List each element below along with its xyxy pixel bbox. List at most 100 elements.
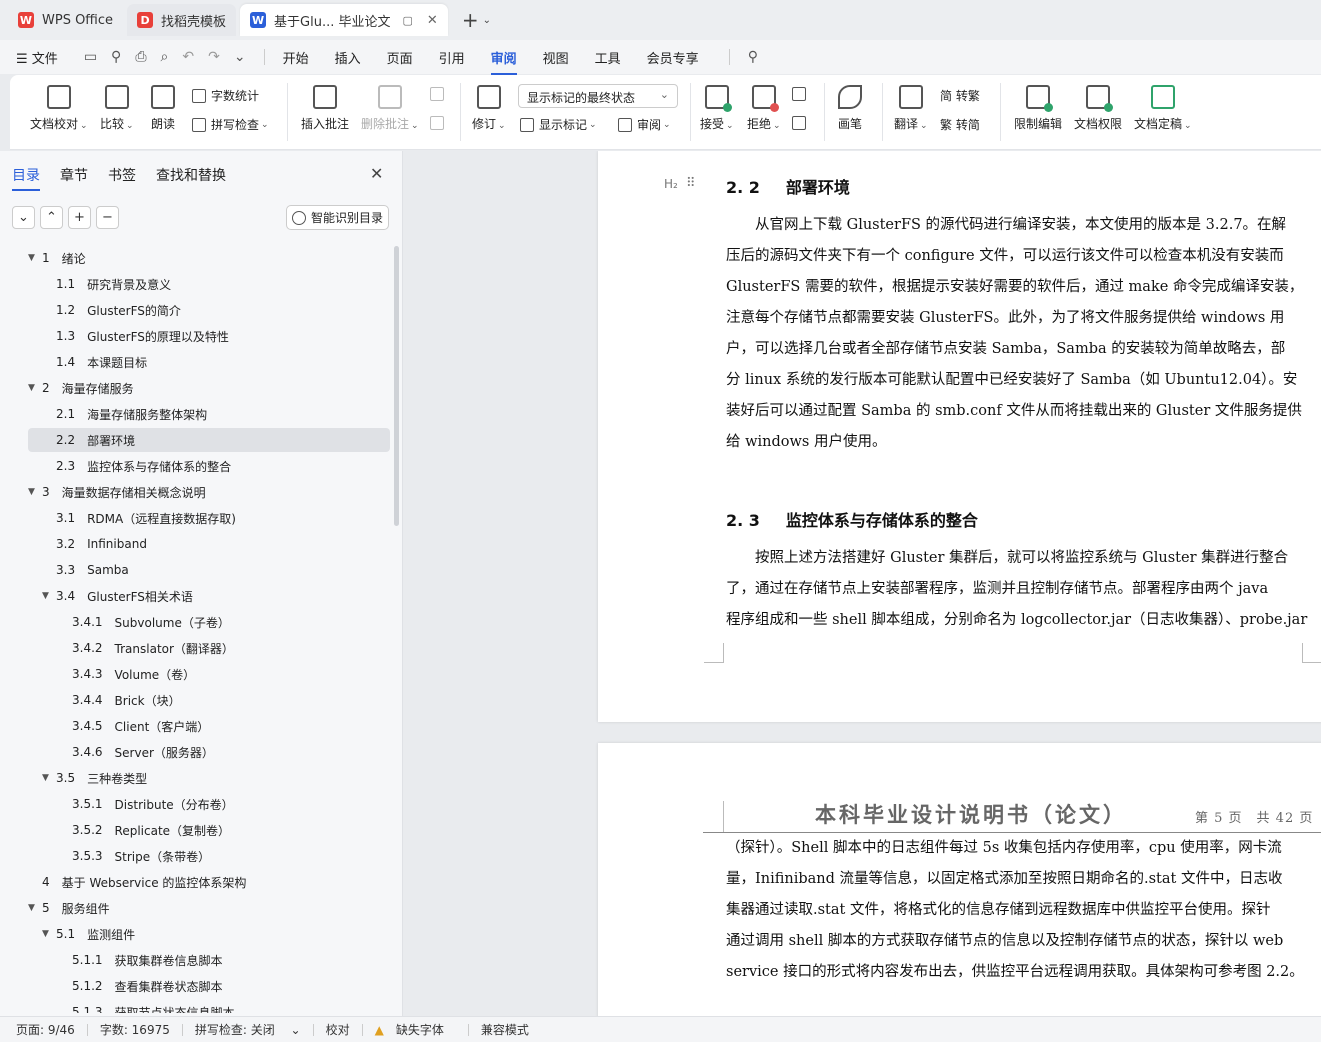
proofread-indicator[interactable]: 校对	[326, 1021, 350, 1038]
doc-check-button[interactable]: 文档校对 ⌄	[30, 85, 88, 132]
toc-item[interactable]: 3.4.1 Subvolume（子卷）	[28, 610, 390, 634]
toc-item[interactable]: 1.1 研究背景及意义	[28, 272, 390, 296]
toc-item[interactable]: 2.1 海量存储服务整体架构	[28, 402, 390, 426]
to-traditional-button[interactable]: 简 转繁	[940, 87, 980, 104]
markup-state-select[interactable]: 显示标记的最终状态 ⌄	[518, 84, 678, 108]
file-menu[interactable]: ☰ 文件	[16, 48, 58, 67]
prev-change-button[interactable]	[792, 87, 811, 101]
share-icon[interactable]: ⚲	[111, 49, 121, 65]
expand-toggle-icon[interactable]: ▼	[28, 383, 42, 393]
menu-member[interactable]: 会员专享	[647, 48, 699, 67]
toc-item[interactable]: 3.4.3 Volume（卷）	[28, 662, 390, 686]
toc-item[interactable]: 3.4.4 Brick（块）	[28, 688, 390, 712]
toc-item[interactable]: ▼ 3 海量数据存储相关概念说明	[28, 480, 390, 504]
tab-find-replace[interactable]: 查找和替换	[156, 165, 226, 191]
menu-reference[interactable]: 引用	[439, 48, 465, 67]
word-count-button[interactable]: 字数统计	[192, 87, 259, 104]
to-simplified-button[interactable]: 繁 转简	[940, 116, 980, 133]
tab-chapters[interactable]: 章节	[60, 165, 88, 191]
tab-document[interactable]: W 基于Glu... 毕业论文 ▢ ✕	[240, 4, 448, 36]
undo-icon[interactable]: ↶	[182, 49, 194, 65]
heading-level-marker[interactable]: H₂	[664, 177, 678, 191]
read-aloud-button[interactable]: 朗读	[151, 85, 175, 132]
next-comment-button[interactable]	[430, 116, 449, 130]
menu-insert[interactable]: 插入	[335, 48, 361, 67]
compare-button[interactable]: 比较 ⌄	[100, 85, 134, 132]
toc-item[interactable]: 1.3 GlusterFS的原理以及特性	[28, 324, 390, 348]
tab-wps-office[interactable]: W WPS Office	[8, 4, 123, 36]
next-change-button[interactable]	[792, 116, 811, 130]
revise-button[interactable]: 修订 ⌄	[472, 85, 506, 132]
remove-icon[interactable]: −	[96, 206, 119, 229]
toc-item[interactable]: ▼ 1 绪论	[28, 246, 390, 270]
doc-finalize-button[interactable]: 文档定稿 ⌄	[1134, 85, 1192, 132]
toc-item[interactable]: ▼ 3.5 三种卷类型	[28, 766, 390, 790]
toc-item[interactable]: 5.1.2 查看集群卷状态脚本	[28, 974, 390, 998]
toc-item[interactable]: 3.4.6 Server（服务器）	[28, 740, 390, 764]
toc-item[interactable]: 3.3 Samba	[28, 558, 390, 582]
spell-check-button[interactable]: 拼写检查 ⌄	[192, 116, 269, 133]
toc-item[interactable]: 2.2 部署环境	[28, 428, 390, 452]
spell-check-indicator[interactable]: 拼写检查: 关闭 ⌄	[195, 1021, 301, 1038]
missing-font-indicator[interactable]: ▲ 缺失字体	[375, 1021, 456, 1038]
tab-bookmarks[interactable]: 书签	[108, 165, 136, 191]
close-icon[interactable]: ✕	[370, 164, 383, 183]
toc-item[interactable]: 1.2 GlusterFS的简介	[28, 298, 390, 322]
doc-permission-button[interactable]: 文档权限	[1074, 85, 1122, 132]
toc-item[interactable]: 3.4.2 Translator（翻译器）	[28, 636, 390, 660]
tab-template[interactable]: D 找稻壳模板	[127, 4, 237, 36]
expand-toggle-icon[interactable]: ▼	[28, 487, 42, 497]
insert-comment-button[interactable]: 插入批注	[301, 85, 349, 132]
restrict-edit-button[interactable]: 限制编辑	[1014, 85, 1062, 132]
menu-view[interactable]: 视图	[543, 48, 569, 67]
toc-item[interactable]: 2.3 监控体系与存储体系的整合	[28, 454, 390, 478]
word-count-indicator[interactable]: 字数: 16975	[100, 1021, 170, 1038]
page-indicator[interactable]: 页面: 9/46	[16, 1021, 75, 1038]
menu-page[interactable]: 页面	[387, 48, 413, 67]
collapse-icon[interactable]: ⌃	[40, 206, 63, 229]
new-tab-icon[interactable]: +	[462, 8, 479, 32]
more-icon[interactable]: ⌄	[234, 49, 246, 65]
add-icon[interactable]: +	[68, 206, 91, 229]
toc-item[interactable]: ▼ 5 服务组件	[28, 896, 390, 920]
show-markup-button[interactable]: 显示标记 ⌄	[520, 116, 597, 133]
menu-tools[interactable]: 工具	[595, 48, 621, 67]
toc-item[interactable]: 3.5.1 Distribute（分布卷）	[28, 792, 390, 816]
search-icon[interactable]: ⚲	[748, 49, 758, 65]
toc-item[interactable]: ▼ 5.1 监测组件	[28, 922, 390, 946]
reject-button[interactable]: 拒绝 ⌄	[747, 85, 781, 132]
toc-item[interactable]: 5.1.3 获取节点状态信息脚本	[28, 1000, 390, 1013]
review-pane-button[interactable]: 审阅 ⌄	[618, 116, 671, 133]
toc-item[interactable]: 3.5.3 Stripe（条带卷）	[28, 844, 390, 868]
expand-toggle-icon[interactable]: ▼	[42, 929, 56, 939]
expand-toggle-icon[interactable]: ▼	[42, 591, 56, 601]
tab-toc[interactable]: 目录	[12, 165, 40, 191]
toc-item[interactable]: 3.4.5 Client（客户端）	[28, 714, 390, 738]
toc-item[interactable]: 3.2 Infiniband	[28, 532, 390, 556]
translate-button[interactable]: 翻译 ⌄	[894, 85, 928, 132]
expand-toggle-icon[interactable]: ▼	[42, 773, 56, 783]
accept-button[interactable]: 接受 ⌄	[700, 85, 734, 132]
toc-item[interactable]: ▼ 2 海量存储服务	[28, 376, 390, 400]
toc-item[interactable]: 1.4 本课题目标	[28, 350, 390, 374]
print-icon[interactable]: ⎙	[135, 49, 146, 65]
toc-item[interactable]: 3.1 RDMA（远程直接数据存取)	[28, 506, 390, 530]
close-tab-icon[interactable]: ✕	[427, 13, 438, 28]
delete-comment-button[interactable]: 删除批注 ⌄	[361, 85, 419, 132]
prev-comment-button[interactable]	[430, 87, 449, 101]
toc-item[interactable]: 4 基于 Webservice 的监控体系架构	[28, 870, 390, 894]
expand-toggle-icon[interactable]: ▼	[28, 253, 42, 263]
menu-start[interactable]: 开始	[283, 48, 309, 67]
menu-review[interactable]: 审阅	[490, 48, 517, 75]
toc-item[interactable]: ▼ 3.4 GlusterFS相关术语	[28, 584, 390, 608]
pen-button[interactable]: 画笔	[838, 85, 862, 132]
window-icon[interactable]: ▢	[403, 14, 413, 27]
scrollbar[interactable]	[394, 246, 399, 526]
smart-toc-button[interactable]: 智能识别目录	[286, 205, 389, 230]
preview-icon[interactable]: ⌕	[161, 49, 169, 65]
expand-toggle-icon[interactable]: ▼	[28, 903, 42, 913]
save-icon[interactable]: ▭	[84, 49, 97, 65]
toc-item[interactable]: 3.5.2 Replicate（复制卷）	[28, 818, 390, 842]
redo-icon[interactable]: ↷	[208, 49, 220, 65]
toc-item[interactable]: 5.1.1 获取集群卷信息脚本	[28, 948, 390, 972]
